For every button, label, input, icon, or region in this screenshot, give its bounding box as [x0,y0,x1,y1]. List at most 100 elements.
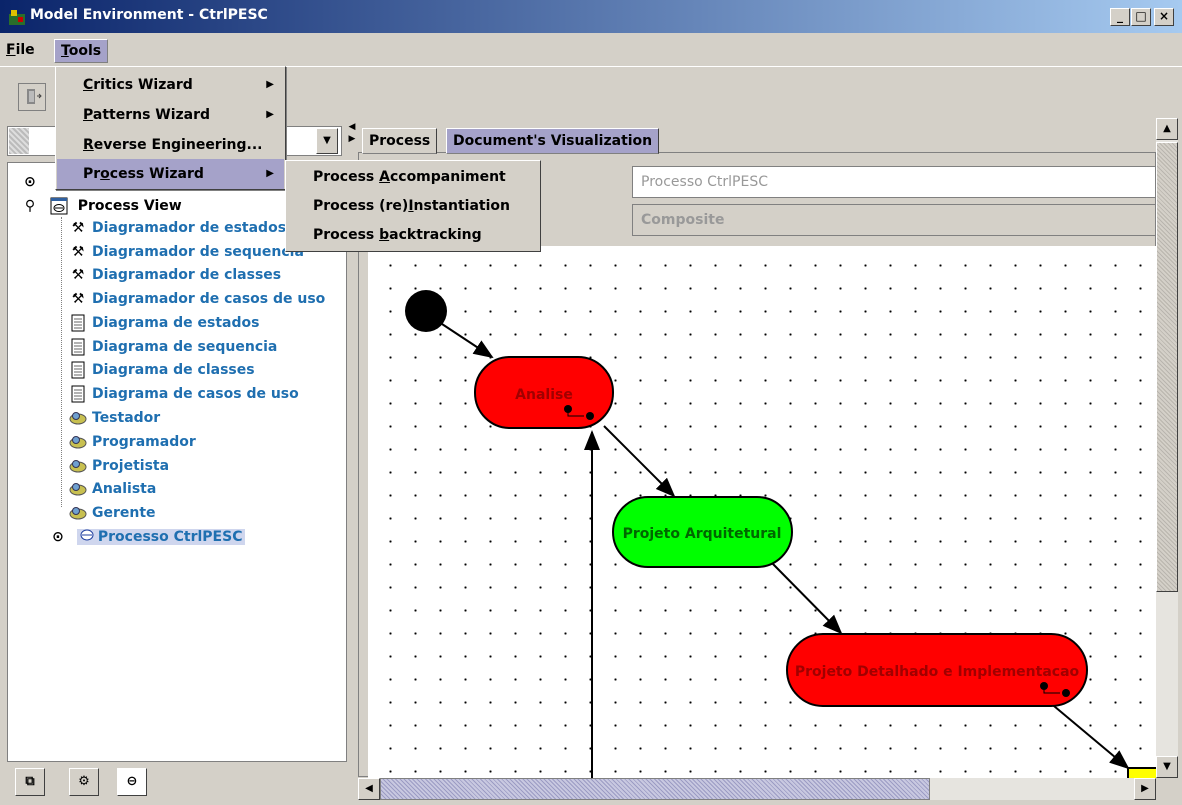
gears-tab-icon[interactable]: ⚙ [69,768,99,796]
document-icon [68,314,88,332]
tree-item[interactable]: ⚒ Diagramador de classes [68,264,281,286]
state-node-label: Projeto Detalhado e Implementacao [795,664,1080,680]
process-view-icon [49,197,69,215]
tree-process-view[interactable]: ⚲ Process View [20,195,182,217]
tree-item[interactable]: Projetista [68,455,169,477]
expand-handle-icon[interactable]: ⊙ [48,528,68,546]
tree-item[interactable]: Programador [68,431,196,453]
tab-documents-visualization[interactable]: Document's Visualization [446,128,660,154]
tree-item[interactable]: Diagrama de casos de uso [68,383,299,405]
transition-edge[interactable] [441,323,494,359]
offscreen-node[interactable] [1127,767,1156,778]
tree-item[interactable]: ⚒ Diagramador de estados [68,217,286,239]
collapse-handle-icon[interactable]: ⚲ [20,197,40,215]
role-icon [68,409,88,427]
chevron-down-icon[interactable]: ▼ [316,128,338,154]
tree-item-label: Diagrama de sequencia [92,339,278,355]
tree-item-label: Gerente [92,505,156,521]
tree-item[interactable]: Testador [68,407,160,429]
tree-item[interactable]: Analista [68,478,156,500]
tree-item-label: Diagrama de classes [92,362,255,378]
menu-item-label: ccompaniment [389,169,506,185]
menu-item-label: ritics Wizard [93,77,193,93]
scroll-down-icon[interactable]: ▼ [1156,756,1178,778]
state-node-label: Analise [515,387,573,403]
menu-item-reverse-engineering[interactable]: Reverse Engineering... [57,130,284,160]
tree-item-label: Programador [92,434,196,450]
collapse-right-icon[interactable]: ▶ [348,134,356,144]
menu-item-label: atterns Wizard [92,107,211,123]
transition-edge[interactable] [603,425,676,498]
mnemonic: A [379,169,390,185]
tools-icon: ⚒ [71,267,85,283]
menu-item-process-accompaniment[interactable]: Process Accompaniment [287,163,539,191]
menu-item-label: nstantiation [413,198,510,214]
scroll-right-icon[interactable]: ▶ [1134,778,1156,800]
close-button[interactable]: × [1154,8,1174,26]
tree-item[interactable]: ⚒ Diagramador de sequencia [68,241,304,263]
tools-menu: Critics Wizard ▶ Patterns Wizard ▶ Reverse… [55,66,286,190]
menu-item-process-reinstantiation[interactable]: Process (re)Instantiation [287,192,539,220]
process-wizard-submenu: Process Accompaniment Process (re)Instan… [285,160,541,252]
menu-item-label: acktracking [389,227,482,243]
tree-item-label: Diagrama de casos de uso [92,386,299,402]
process-tab-icon[interactable]: ⊖ [117,768,147,796]
document-icon [68,361,88,379]
tree-process-view-label: Process View [77,198,182,214]
initial-state[interactable] [405,290,447,332]
tree-item[interactable]: Diagrama de classes [68,359,255,381]
diagram-svg: Analise Projeto Arquitetural Projeto Det… [405,290,1156,778]
tree-item[interactable]: Diagrama de sequencia [68,336,277,358]
scroll-up-icon[interactable]: ▲ [1156,118,1178,140]
state-node[interactable]: Analise [474,356,614,429]
tree-process-node[interactable]: ⊙ Processo CtrlPESC [48,526,246,548]
menu-tools[interactable]: Tools [54,39,109,63]
menu-item-critics-wizard[interactable]: Critics Wizard ▶ [57,70,284,100]
maximize-button[interactable]: □ [1131,8,1151,26]
menu-bar: File Tools [0,33,1182,65]
minimize-button[interactable]: _ [1110,8,1130,26]
menu-item-label: Process [313,227,380,243]
tree-root[interactable]: ⊙ [20,171,44,193]
vertical-scroll-thumb[interactable] [1156,142,1178,592]
menu-file-mnemonic: F [6,42,16,58]
windows-tab-icon[interactable]: ⧉ [15,768,45,796]
tree-item[interactable]: Gerente [68,502,156,524]
menu-item-process-wizard[interactable]: Process Wizard ▶ [57,159,284,189]
tree-item-label: Testador [92,410,161,426]
state-node[interactable]: Projeto Arquitetural [612,496,793,568]
horizontal-scroll-thumb[interactable] [380,778,930,800]
expand-handle-icon[interactable]: ⊙ [20,173,40,191]
transition-edge[interactable] [771,562,843,635]
menu-item-label: Process (re) [313,198,409,214]
tools-icon: ⚒ [71,220,85,236]
process-name-field[interactable]: Processo CtrlPESC [632,166,1156,198]
menu-file-label: ile [15,42,35,58]
state-node[interactable]: Projeto Detalhado e Implementacao [786,633,1088,707]
menu-item-label: Pr [83,166,101,182]
mnemonic: R [83,137,94,153]
exit-button[interactable] [18,83,46,111]
document-icon [68,338,88,356]
tools-icon: ⚒ [71,244,85,260]
diagram-canvas[interactable]: Analise Projeto Arquitetural Projeto Det… [368,246,1156,778]
role-icon [68,433,88,451]
menu-item-label: everse Engineering... [93,137,263,153]
tree-item[interactable]: ⚒ Diagramador de casos de uso [68,288,326,310]
menu-item-patterns-wizard[interactable]: Patterns Wizard ▶ [57,100,284,130]
process-icon [80,528,94,546]
transition-edge[interactable] [1047,700,1130,770]
tree-item-label: Diagrama de estados [92,315,260,331]
menu-item-process-backtracking[interactable]: Process backtracking [287,221,539,249]
model-tree: ⊙ ⚲ Process View ⚒ Diagramador de estados… [7,162,347,762]
menu-file[interactable]: File [0,39,41,63]
panel-tabs: ⧉ ⚙ ⊖ [7,766,347,800]
process-type-field[interactable]: Composite [632,204,1156,236]
mnemonic: b [379,227,390,243]
collapse-left-icon[interactable]: ◀ [348,122,356,132]
tab-process[interactable]: Process [362,128,438,154]
menu-tools-mnemonic: T [61,43,69,59]
role-icon [68,504,88,522]
tree-item[interactable]: Diagrama de estados [68,312,259,334]
scroll-left-icon[interactable]: ◀ [358,778,380,800]
